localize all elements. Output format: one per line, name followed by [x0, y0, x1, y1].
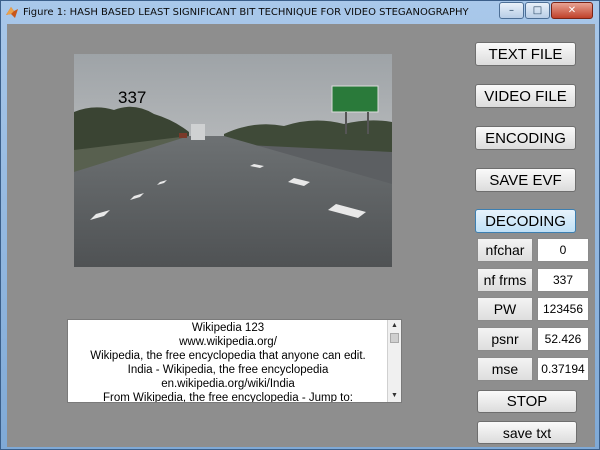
scroll-thumb[interactable] — [390, 333, 399, 343]
title-bar[interactable]: Figure 1: HASH BASED LEAST SIGNIFICANT B… — [1, 1, 599, 23]
minimize-button[interactable]: – — [499, 2, 524, 19]
figure-client-area: 337 Wikipedia 123 www.wikipedia.org/ Wik… — [7, 24, 595, 447]
scroll-down-icon[interactable]: ▼ — [388, 390, 401, 402]
text-line: Wikipedia 123 — [191, 322, 265, 334]
window-title: Figure 1: HASH BASED LEAST SIGNIFICANT B… — [23, 6, 469, 18]
scroll-up-icon[interactable]: ▲ — [388, 320, 401, 332]
maximize-button[interactable]: □ — [525, 2, 550, 19]
mse-field[interactable]: 0.37194 — [537, 357, 589, 381]
nf-frms-field[interactable]: 337 — [537, 268, 589, 292]
save-txt-button[interactable]: save txt — [477, 421, 577, 444]
text-line: en.wikipedia.org/wiki/India — [161, 378, 295, 390]
text-line: www.wikipedia.org/ — [179, 336, 277, 348]
pw-field[interactable]: 123456 — [537, 297, 589, 321]
text-line: India - Wikipedia, the free encyclopedia — [127, 364, 329, 376]
text-line: Wikipedia, the free encyclopedia that an… — [90, 350, 366, 362]
psnr-label: psnr — [477, 327, 533, 351]
nf-frms-label: nf frms — [477, 268, 533, 292]
minimize-icon: – — [509, 5, 514, 16]
text-line: From Wikipedia, the free encyclopedia - … — [103, 392, 353, 403]
frame-number-text: 337 — [118, 88, 147, 107]
pw-label: PW — [477, 297, 533, 321]
encoding-button[interactable]: ENCODING — [475, 126, 576, 150]
decoding-button[interactable]: DECODING — [475, 209, 576, 233]
video-file-button[interactable]: VIDEO FILE — [475, 84, 576, 108]
decoded-text-listbox[interactable]: Wikipedia 123 www.wikipedia.org/ Wikiped… — [67, 319, 402, 403]
figure-window: Figure 1: HASH BASED LEAST SIGNIFICANT B… — [0, 0, 600, 450]
mse-label: mse — [477, 357, 533, 381]
maximize-icon: □ — [532, 5, 543, 16]
stop-button[interactable]: STOP — [477, 390, 577, 413]
psnr-field[interactable]: 52.426 — [537, 327, 589, 351]
video-frame: 337 — [74, 54, 392, 267]
nfchar-field[interactable]: 0 — [537, 238, 589, 262]
text-file-button[interactable]: TEXT FILE — [475, 42, 576, 66]
highway-scene-image — [74, 54, 392, 267]
close-icon: ✕ — [567, 5, 577, 16]
save-evf-button[interactable]: SAVE EVF — [475, 168, 576, 192]
decoded-text-lines: Wikipedia 123 www.wikipedia.org/ Wikiped… — [68, 321, 388, 403]
matlab-logo-icon — [5, 5, 19, 19]
listbox-scrollbar[interactable]: ▲ ▼ — [387, 320, 401, 402]
nfchar-label: nfchar — [477, 238, 533, 262]
close-button[interactable]: ✕ — [551, 2, 593, 19]
